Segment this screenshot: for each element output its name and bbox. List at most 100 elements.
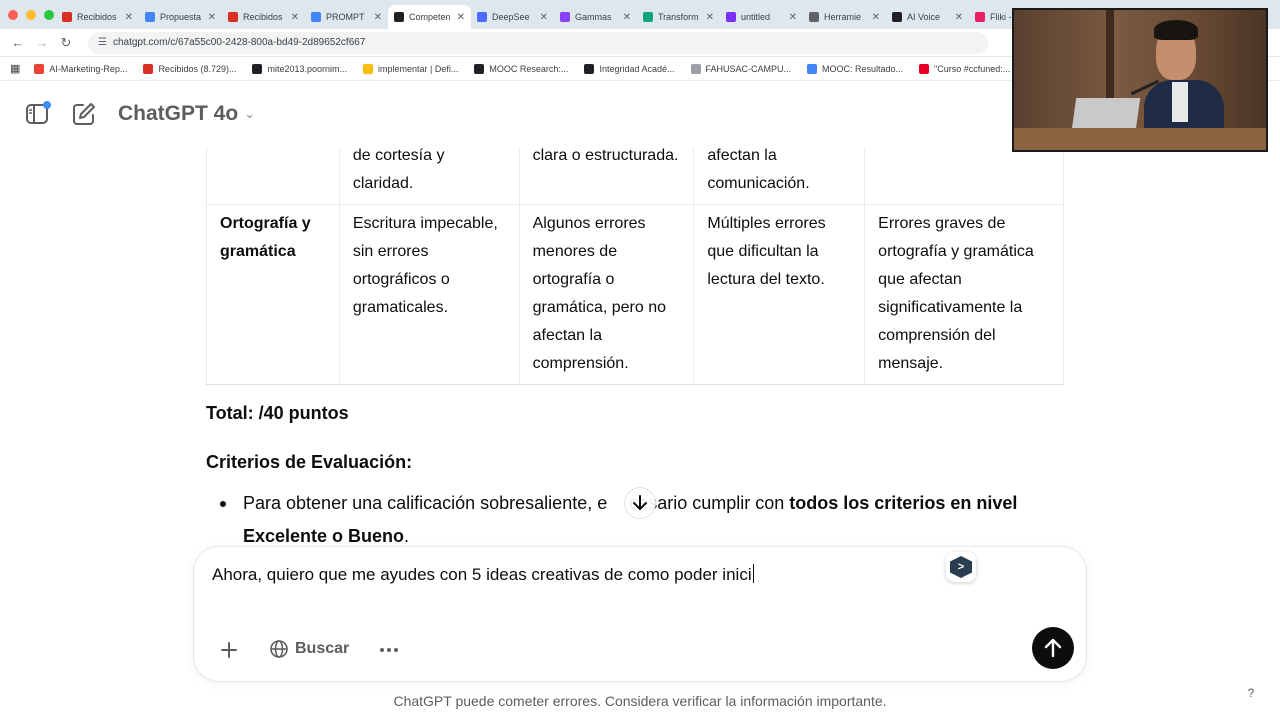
bookmark-favicon-icon — [363, 63, 374, 74]
bookmark-list: AI-Marketing-Rep... Recibidos (8.729)... m… — [34, 63, 1082, 74]
arrow-down-icon — [633, 495, 647, 510]
tab-close-icon[interactable]: ✕ — [291, 12, 299, 23]
browser-tab[interactable]: DeepSee ✕ — [471, 5, 554, 29]
ellipsis-icon — [380, 648, 398, 652]
bookmark-item[interactable]: AI-Marketing-Rep... — [34, 63, 127, 74]
tab-close-icon[interactable]: ✕ — [872, 12, 880, 23]
bookmark-favicon-icon — [919, 63, 930, 74]
sidebar-toggle-button[interactable] — [24, 100, 52, 128]
tab-favicon-icon — [62, 12, 72, 22]
browser-tab[interactable]: untitled ✕ — [720, 5, 803, 29]
tab-favicon-icon — [477, 12, 487, 22]
tab-close-icon[interactable]: ✕ — [706, 12, 714, 23]
extension-button[interactable]: > — [946, 552, 976, 582]
tab-favicon-icon — [311, 12, 321, 22]
tab-close-icon[interactable]: ✕ — [789, 12, 797, 23]
sidebar-icon — [26, 101, 51, 124]
bookmark-label: Integridad Acadé... — [599, 63, 675, 74]
edit-icon — [73, 103, 95, 125]
bookmark-item[interactable]: mite2013.poornim... — [252, 63, 348, 74]
bookmark-label: FAHUSAC-CAMPU... — [705, 63, 792, 74]
bookmark-item[interactable]: MOOC: Resultado... — [807, 63, 904, 74]
rubric-table: de cortesía y claridad. clara o estructur… — [206, 147, 1064, 385]
chevron-down-icon: ⌄ — [244, 106, 256, 121]
bookmark-item[interactable]: Recibidos (8.729)... — [143, 63, 236, 74]
table-cell — [864, 147, 1064, 205]
globe-icon — [270, 640, 288, 658]
table-row: Ortografía y gramática Escritura impecabl… — [206, 204, 1064, 385]
model-name: ChatGPT 4o — [118, 102, 239, 125]
apps-grid-icon[interactable]: ▦ — [10, 62, 20, 75]
tab-close-icon[interactable]: ✕ — [374, 12, 382, 23]
browser-tab[interactable]: Propuesta ✕ — [139, 5, 222, 29]
close-window-button[interactable] — [8, 9, 18, 20]
bookmark-item[interactable]: "Curso #ccfuned:... — [919, 63, 1010, 74]
minimize-window-button[interactable] — [26, 9, 36, 20]
tab-favicon-icon — [145, 12, 155, 22]
webcam-overlay — [1012, 8, 1268, 152]
tab-close-icon[interactable]: ✕ — [540, 12, 548, 23]
browser-tab[interactable]: Competen ✕ — [388, 5, 471, 29]
browser-tab[interactable]: Gammas ✕ — [554, 5, 637, 29]
bullet-text: Para obtener una calificación sobresalie… — [243, 487, 1076, 547]
tab-close-icon[interactable]: ✕ — [623, 12, 631, 23]
arrow-up-icon — [1044, 638, 1062, 658]
scroll-to-bottom-button[interactable] — [624, 487, 656, 519]
forward-button[interactable]: → — [30, 35, 54, 50]
bookmark-label: mite2013.poornim... — [267, 63, 348, 74]
browser-tab[interactable]: AI Voice ✕ — [886, 5, 969, 29]
back-button[interactable]: ← — [6, 35, 30, 50]
bookmark-favicon-icon — [143, 63, 154, 74]
tab-close-icon[interactable]: ✕ — [955, 12, 963, 23]
bookmark-item[interactable]: FAHUSAC-CAMPU... — [690, 63, 792, 74]
text-caret — [752, 564, 754, 583]
browser-tab[interactable]: Recibidos ✕ — [56, 5, 139, 29]
prompt-textarea[interactable]: Ahora, quiero que me ayudes con 5 ideas … — [212, 564, 754, 585]
table-cell: de cortesía y claridad. — [338, 147, 520, 205]
bookmark-item[interactable]: Integridad Acadé... — [584, 63, 675, 74]
bullet-dot — [220, 501, 226, 507]
bookmark-favicon-icon — [34, 63, 45, 74]
bookmark-label: implementar | Defi... — [378, 63, 459, 74]
tab-close-icon[interactable]: ✕ — [457, 12, 465, 23]
reload-button[interactable]: ↻ — [54, 35, 78, 51]
attach-button[interactable] — [212, 633, 246, 667]
more-options-button[interactable] — [372, 633, 406, 667]
bookmark-favicon-icon — [807, 63, 818, 74]
site-info-icon[interactable]: ☰ — [98, 37, 107, 48]
tab-label: Competen — [409, 12, 451, 22]
tab-label: Propuesta — [160, 12, 202, 22]
bookmark-item[interactable]: implementar | Defi... — [363, 63, 459, 74]
bookmark-item[interactable]: MOOC Research:... — [474, 63, 568, 74]
tab-label: Recibidos — [243, 12, 283, 22]
tab-favicon-icon — [394, 12, 404, 22]
tab-favicon-icon — [726, 12, 736, 22]
total-score: Total: /40 puntos — [206, 403, 349, 423]
tab-close-icon[interactable]: ✕ — [125, 12, 133, 23]
message-composer[interactable]: Ahora, quiero que me ayudes con 5 ideas … — [193, 546, 1087, 682]
search-button[interactable]: Buscar — [258, 631, 363, 667]
tab-close-icon[interactable]: ✕ — [208, 12, 216, 23]
browser-tab[interactable]: Recibidos ✕ — [222, 5, 305, 29]
tab-label: untitled — [741, 12, 771, 22]
disclaimer-text: ChatGPT puede cometer errores. Considera… — [393, 693, 887, 709]
tab-label: AI Voice — [907, 12, 941, 22]
bookmark-favicon-icon — [252, 63, 263, 74]
table-cell: Múltiples errores que dificultan la lect… — [693, 204, 865, 385]
send-button[interactable] — [1032, 627, 1074, 669]
browser-tab[interactable]: Transform ✕ — [637, 5, 720, 29]
window-controls — [0, 9, 56, 20]
url-input[interactable]: ☰ chatgpt.com/c/67a55c00-2428-800a-bd49-… — [88, 31, 988, 54]
bookmark-label: MOOC: Resultado... — [822, 63, 904, 74]
maximize-window-button[interactable] — [44, 9, 54, 20]
model-selector[interactable]: ChatGPT 4o ⌄ — [116, 102, 255, 126]
help-button[interactable]: ? — [1242, 684, 1260, 702]
tab-favicon-icon — [975, 12, 985, 22]
bookmark-favicon-icon — [584, 63, 595, 74]
screen: Recibidos ✕ Propuesta ✕ Recibidos ✕ PROMPT ✕ Com… — [0, 0, 1280, 720]
new-chat-button[interactable] — [70, 100, 98, 128]
browser-tab[interactable]: Herramie ✕ — [803, 5, 886, 29]
search-button-label: Buscar — [295, 640, 350, 657]
browser-tab[interactable]: PROMPT ✕ — [305, 5, 388, 29]
tab-favicon-icon — [228, 12, 238, 22]
